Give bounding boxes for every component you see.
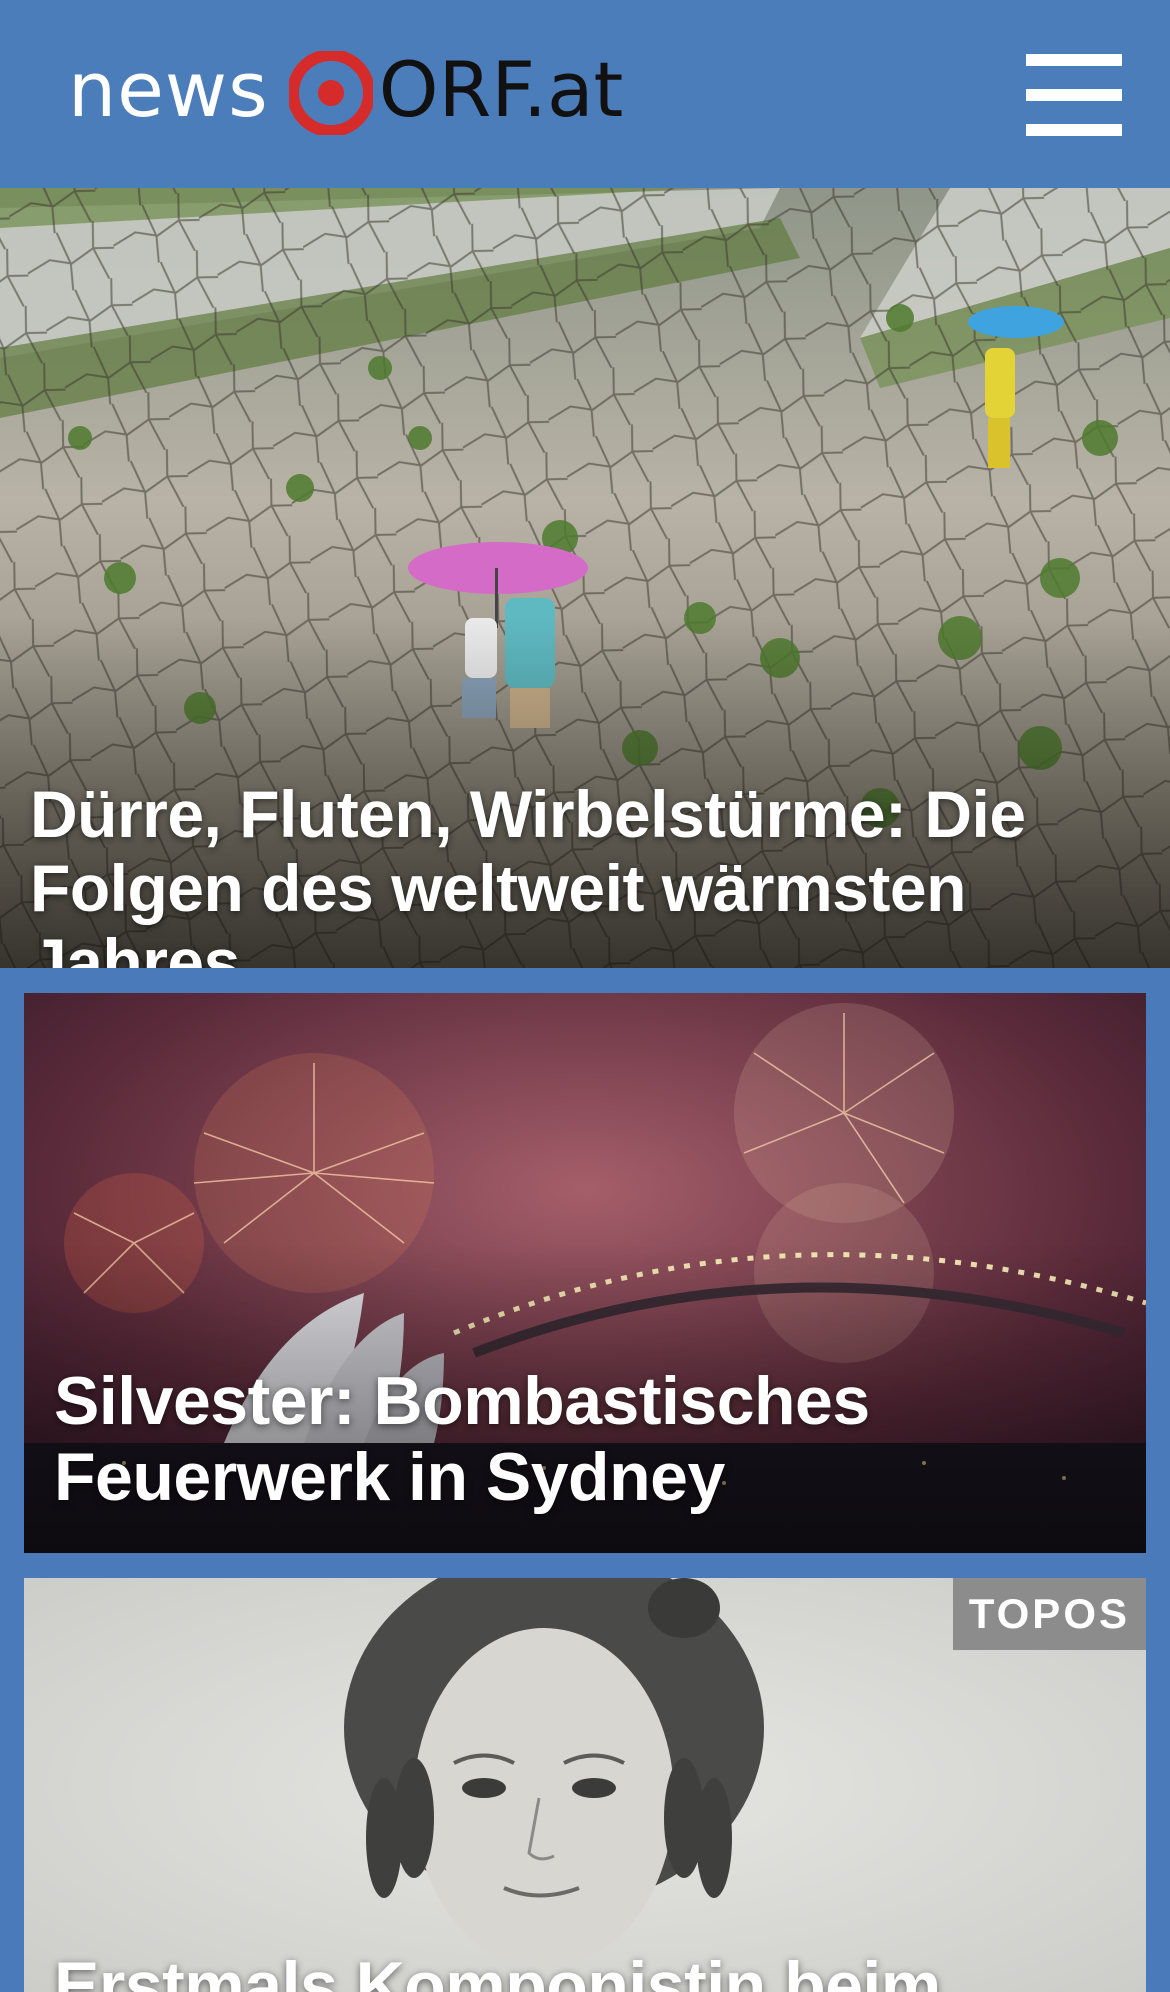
site-logo[interactable]: news ORF.at (68, 40, 623, 150)
logo-orf-text: ORF.at (378, 44, 624, 134)
section-badge: TOPOS (952, 1578, 1146, 1650)
article-headline: Silvester: Bombastisches Feuerwerk in Sy… (54, 1363, 870, 1516)
orf-target-icon (286, 49, 375, 137)
article-headline: Dürre, Fluten, Wirbelstürme: Die Folgen … (30, 777, 1026, 968)
article-headline: Erstmals Komponistin beim (54, 1948, 941, 1992)
article-card-fireworks[interactable]: Silvester: Bombastisches Feuerwerk in Sy… (24, 993, 1146, 1553)
article-card-composer[interactable]: TOPOS Erstmals Komponistin beim (24, 1578, 1146, 1992)
menu-button[interactable] (1026, 54, 1122, 136)
site-header: news ORF.at (0, 0, 1170, 188)
logo-news-text: news (68, 44, 269, 134)
article-card-drought[interactable]: Dürre, Fluten, Wirbelstürme: Die Folgen … (0, 188, 1170, 968)
